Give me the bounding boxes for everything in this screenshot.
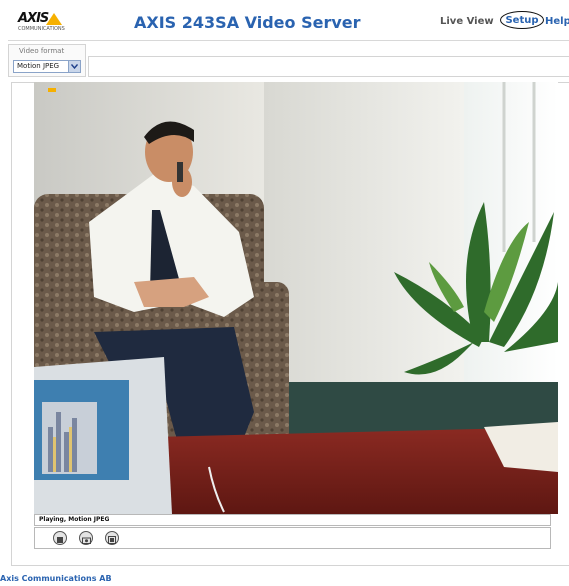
page-title: AXIS 243SA Video Server bbox=[134, 13, 361, 32]
stream-status-text: Playing, Motion JPEG bbox=[39, 516, 110, 523]
stop-icon bbox=[56, 529, 64, 548]
view-full-screen-button[interactable] bbox=[105, 531, 119, 545]
header-divider bbox=[8, 40, 569, 41]
snapshot-button[interactable] bbox=[79, 531, 93, 545]
nav-setup-link[interactable]: Setup bbox=[500, 11, 544, 29]
logo-text: AXIS bbox=[18, 11, 49, 26]
video-format-value: Motion JPEG bbox=[17, 62, 60, 70]
snapshot-icon bbox=[81, 529, 91, 548]
nav-setup-label: Setup bbox=[505, 14, 539, 26]
axis-logo[interactable]: AXIS COMMUNICATIONS bbox=[18, 11, 65, 33]
chevron-down-icon[interactable] bbox=[68, 61, 80, 72]
footer-company: Axis Communications AB bbox=[0, 574, 112, 583]
nav-help-link[interactable]: Help bbox=[545, 16, 569, 27]
nav-live-view-link[interactable]: Live View bbox=[440, 16, 494, 27]
live-video-stream[interactable] bbox=[34, 82, 558, 514]
video-frame-image bbox=[34, 82, 558, 514]
format-toolbar-area bbox=[88, 56, 569, 77]
video-format-group: Video format Motion JPEG bbox=[8, 44, 86, 77]
player-controls bbox=[34, 527, 551, 549]
header: AXIS COMMUNICATIONS AXIS 243SA Video Ser… bbox=[0, 0, 569, 40]
logo-triangle-icon bbox=[46, 13, 62, 25]
stop-button[interactable] bbox=[53, 531, 67, 545]
stream-status-bar: Playing, Motion JPEG bbox=[34, 514, 551, 526]
video-format-label: Video format bbox=[19, 47, 65, 55]
video-format-select[interactable]: Motion JPEG bbox=[13, 60, 81, 73]
logo-subtext: COMMUNICATIONS bbox=[18, 26, 65, 32]
view-full-screen-icon bbox=[108, 529, 116, 548]
